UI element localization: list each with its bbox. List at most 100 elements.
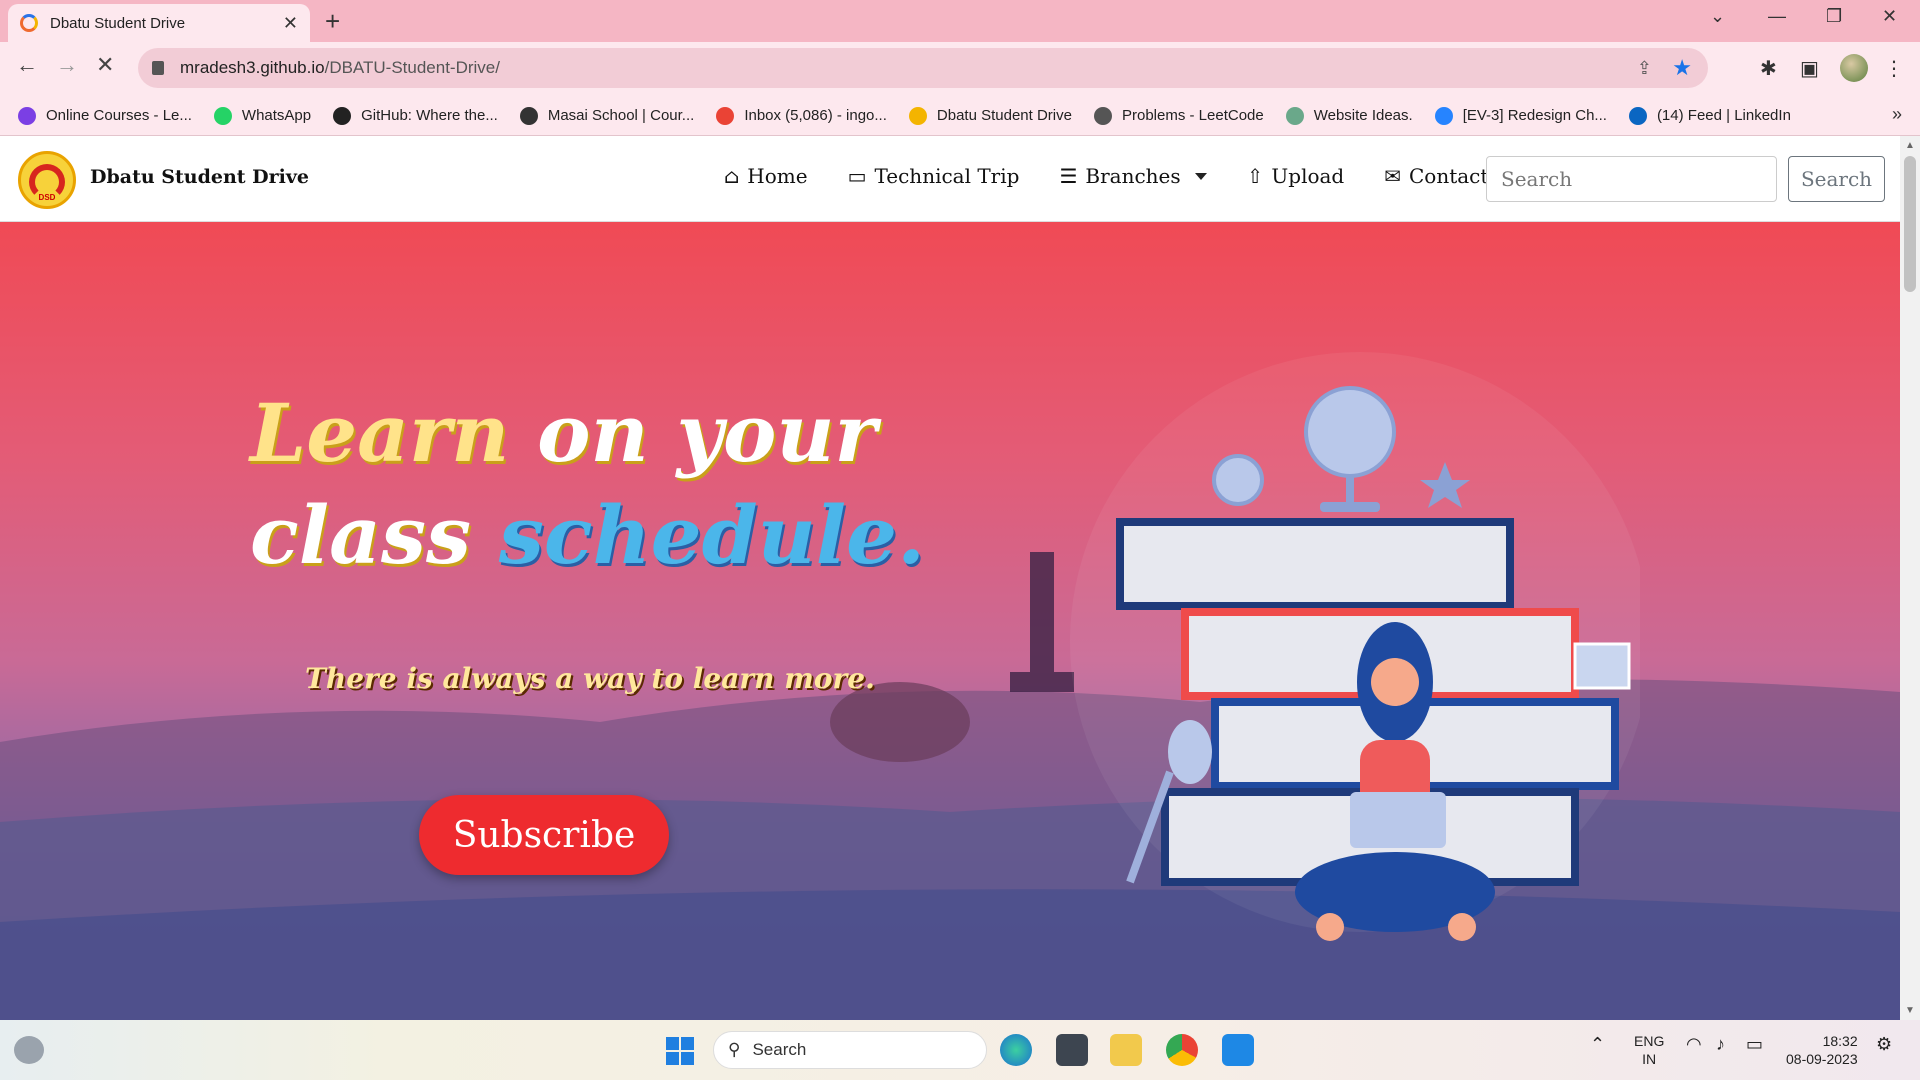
input-language[interactable]: ENG IN (1634, 1032, 1664, 1068)
share-icon[interactable]: ⇪ (1637, 58, 1652, 79)
hero-word-on-your: on your (537, 386, 877, 480)
bookmark-favicon-icon (716, 106, 735, 125)
bookmark-item[interactable]: Dbatu Student Drive (908, 106, 1072, 125)
start-tile-icon (681, 1037, 694, 1050)
page-scrollbar[interactable]: ▲ ▼ (1900, 136, 1920, 1020)
hero-word-class: class (250, 488, 472, 582)
site-logo[interactable]: DSD (18, 151, 76, 209)
bookmark-item[interactable]: Online Courses - Le... (18, 106, 192, 125)
scroll-up-icon[interactable]: ▲ (1905, 140, 1915, 151)
tab-search-icon[interactable]: ⌄ (1710, 6, 1725, 27)
side-panel-icon[interactable]: ▣ (1800, 56, 1819, 81)
windows-taskbar: ⚲ Search ⌃ ENG IN ◠ ♪ ▭ 18:32 08-09-2023… (0, 1020, 1920, 1080)
bookmark-item[interactable]: WhatsApp (213, 106, 312, 125)
chrome-icon[interactable] (1166, 1034, 1198, 1066)
notification-icon[interactable]: ⚙ (1876, 1034, 1892, 1055)
nav-technical-trip[interactable]: ▭ Technical Trip (848, 164, 1020, 188)
lock-icon (152, 61, 164, 75)
subscribe-button[interactable]: Subscribe (419, 795, 669, 875)
nav-branches-dropdown[interactable]: ☰ Branches (1059, 164, 1207, 188)
bookmark-item[interactable]: Problems - LeetCode (1093, 106, 1264, 125)
tab-title: Dbatu Student Drive (50, 14, 186, 32)
home-icon: ⌂ (724, 164, 740, 188)
file-explorer-icon[interactable] (1110, 1034, 1142, 1066)
web-page: DSD Dbatu Student Drive ⌂ Home ▭ Technic… (0, 136, 1900, 1020)
bookmark-item[interactable]: Inbox (5,086) - ingo... (716, 106, 887, 125)
devices-icon: ▭ (847, 164, 867, 188)
profile-avatar[interactable] (1840, 54, 1868, 82)
server-icon: ☰ (1059, 164, 1078, 188)
hero-tagline: There is always a way to learn more. (305, 662, 875, 695)
bookmarks-overflow-icon[interactable]: » (1892, 104, 1902, 125)
restore-button[interactable]: ❐ (1826, 6, 1842, 27)
bookmark-label: [EV-3] Redesign Ch... (1462, 107, 1607, 124)
url-text: mradesh3.github.io/DBATU-Student-Drive/ (180, 58, 500, 78)
minimize-button[interactable]: — (1768, 6, 1786, 27)
nav-upload[interactable]: ⇧ Upload (1247, 164, 1345, 188)
lang-code: ENG (1634, 1033, 1665, 1049)
bookmark-item[interactable]: GitHub: Where the... (333, 106, 498, 125)
weather-icon[interactable] (14, 1036, 44, 1064)
app-cube-icon[interactable] (1056, 1034, 1088, 1066)
start-tile-icon (666, 1052, 679, 1065)
start-tile-icon (681, 1052, 694, 1065)
bookmark-label: Dbatu Student Drive (936, 107, 1072, 124)
site-brand[interactable]: Dbatu Student Drive (90, 166, 309, 188)
bookmark-item[interactable]: Masai School | Cour... (519, 106, 694, 125)
extensions-icon[interactable]: ✱ (1760, 56, 1777, 81)
nav-contact[interactable]: ✉ Contact (1384, 164, 1488, 188)
upload-icon: ⇧ (1246, 164, 1264, 188)
nav-upload-label: Upload (1271, 164, 1345, 188)
clock-date: 08-09-2023 (1786, 1051, 1858, 1067)
bookmark-favicon-icon (1434, 106, 1453, 125)
browser-tab-active[interactable]: Dbatu Student Drive ✕ (8, 4, 310, 42)
bookmark-item[interactable]: (14) Feed | LinkedIn (1628, 106, 1791, 125)
battery-icon[interactable]: ▭ (1746, 1034, 1763, 1055)
bookmarks-bar: Online Courses - Le... WhatsApp GitHub: Wh… (0, 96, 1920, 136)
bookmark-label: WhatsApp (241, 107, 312, 124)
nav-home-label: Home (747, 164, 808, 188)
scroll-down-icon[interactable]: ▼ (1905, 1005, 1915, 1016)
bookmark-label: GitHub: Where the... (361, 107, 498, 124)
bookmark-favicon-icon (333, 106, 352, 125)
caret-down-icon (1194, 172, 1207, 180)
edge-icon[interactable] (1000, 1034, 1032, 1066)
close-window-button[interactable]: ✕ (1882, 6, 1897, 27)
envelope-icon: ✉ (1384, 164, 1401, 188)
new-tab-button[interactable]: + (325, 6, 340, 37)
url-host: mradesh3.github.io (180, 58, 325, 77)
wifi-icon[interactable]: ◠ (1686, 1034, 1702, 1055)
scrollbar-thumb[interactable] (1904, 156, 1916, 292)
bookmark-favicon-icon (18, 106, 36, 125)
magnifier-icon: ⚲ (728, 1040, 741, 1059)
bookmark-favicon-icon (1285, 106, 1304, 125)
clock-time: 18:32 (1822, 1033, 1858, 1049)
url-field[interactable]: mradesh3.github.io/DBATU-Student-Drive/ … (138, 48, 1708, 88)
bookmark-favicon-icon (213, 106, 232, 125)
hero-section: Learn on your class schedule. There is a… (0, 222, 1900, 1020)
hero-heading: Learn on your class schedule. (250, 382, 925, 586)
system-clock[interactable]: 18:32 08-09-2023 (1786, 1032, 1858, 1068)
tray-chevron-icon[interactable]: ⌃ (1590, 1034, 1605, 1055)
taskbar-search[interactable]: ⚲ Search (713, 1031, 987, 1069)
menu-kebab-icon[interactable]: ⋮ (1884, 56, 1904, 81)
site-search-button[interactable]: Search (1788, 156, 1885, 202)
close-tab-icon[interactable]: ✕ (283, 13, 298, 34)
vscode-icon[interactable] (1222, 1034, 1254, 1066)
bookmark-label: Problems - LeetCode (1121, 107, 1264, 124)
bookmark-favicon-icon (908, 106, 927, 125)
volume-icon[interactable]: ♪ (1716, 1034, 1725, 1055)
start-button[interactable] (666, 1037, 694, 1065)
bookmark-label: Online Courses - Le... (46, 107, 192, 124)
nav-home[interactable]: ⌂ Home (724, 164, 808, 188)
bookmark-item[interactable]: [EV-3] Redesign Ch... (1434, 106, 1607, 125)
bookmark-item[interactable]: Website Ideas. (1285, 106, 1413, 125)
nav-branches-label: Branches (1085, 164, 1181, 188)
back-button[interactable]: ← (16, 52, 38, 78)
site-search-input[interactable] (1486, 156, 1777, 202)
nav-links: ⌂ Home ▭ Technical Trip ☰ Branches ⇧ Upl… (724, 164, 1488, 188)
bookmark-star-icon[interactable]: ★ (1672, 55, 1692, 81)
forward-button[interactable]: → (56, 52, 78, 78)
stop-loading-button[interactable]: ✕ (96, 52, 114, 78)
chrome-favicon-icon (20, 14, 38, 32)
